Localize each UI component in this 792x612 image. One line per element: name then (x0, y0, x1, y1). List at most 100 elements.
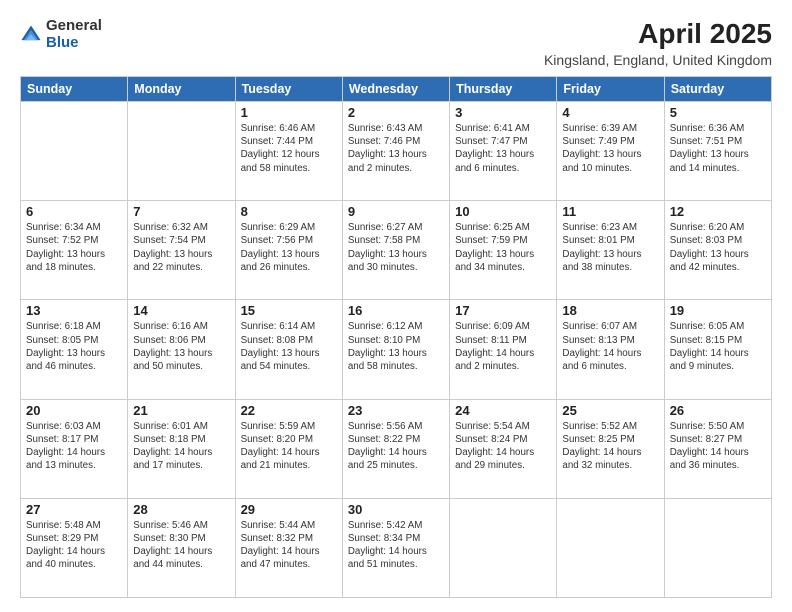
calendar-cell (21, 102, 128, 201)
calendar-header-wednesday: Wednesday (342, 77, 449, 102)
calendar-header-row: SundayMondayTuesdayWednesdayThursdayFrid… (21, 77, 772, 102)
cell-day-number: 24 (455, 403, 551, 418)
calendar-cell (664, 498, 771, 597)
calendar-cell: 24 Sunrise: 5:54 AM Sunset: 8:24 PM Dayli… (450, 399, 557, 498)
calendar-header-sunday: Sunday (21, 77, 128, 102)
logo-icon (20, 24, 42, 46)
cell-info: Sunrise: 6:39 AM Sunset: 7:49 PM Dayligh… (562, 122, 658, 175)
title-block: April 2025 Kingsland, England, United Ki… (544, 18, 772, 68)
calendar-cell: 28Sunrise: 5:46 AM Sunset: 8:30 PM Dayli… (128, 498, 235, 597)
cell-day-number: 16 (348, 303, 444, 318)
cell-info: Sunrise: 6:23 AM Sunset: 8:01 PM Dayligh… (562, 221, 658, 274)
calendar-week-3: 13Sunrise: 6:18 AM Sunset: 8:05 PM Dayli… (21, 300, 772, 399)
calendar-cell: 25 Sunrise: 5:52 AM Sunset: 8:25 PM Dayli… (557, 399, 664, 498)
page: General Blue April 2025 Kingsland, Engla… (0, 0, 792, 612)
calendar-cell: 2 Sunrise: 6:43 AM Sunset: 7:46 PM Daylig… (342, 102, 449, 201)
calendar-cell: 23 Sunrise: 5:56 AM Sunset: 8:22 PM Dayli… (342, 399, 449, 498)
cell-day-number: 26 (670, 403, 766, 418)
cell-day-number: 19 (670, 303, 766, 318)
cell-info: Sunrise: 6:34 AM Sunset: 7:52 PM Dayligh… (26, 221, 122, 274)
cell-info: Sunrise: 5:59 AM Sunset: 8:20 PM Dayligh… (241, 420, 337, 473)
calendar-cell: 27 Sunrise: 5:48 AM Sunset: 8:29 PM Dayli… (21, 498, 128, 597)
cell-info: Sunrise: 6:16 AM Sunset: 8:06 PM Dayligh… (133, 320, 229, 373)
cell-info: Sunrise: 6:09 AM Sunset: 8:11 PM Dayligh… (455, 320, 551, 373)
cell-day-number: 27 (26, 502, 122, 517)
cell-info: Sunrise: 6:25 AM Sunset: 7:59 PM Dayligh… (455, 221, 551, 274)
calendar-cell: 30Sunrise: 5:42 AM Sunset: 8:34 PM Dayli… (342, 498, 449, 597)
cell-info: Sunrise: 5:48 AM Sunset: 8:29 PM Dayligh… (26, 519, 122, 572)
cell-info: Sunrise: 6:14 AM Sunset: 8:08 PM Dayligh… (241, 320, 337, 373)
calendar-cell: 8 Sunrise: 6:29 AM Sunset: 7:56 PM Daylig… (235, 201, 342, 300)
calendar-cell: 26 Sunrise: 5:50 AM Sunset: 8:27 PM Dayli… (664, 399, 771, 498)
cell-info: Sunrise: 5:42 AM Sunset: 8:34 PM Dayligh… (348, 519, 444, 572)
calendar-cell: 10 Sunrise: 6:25 AM Sunset: 7:59 PM Dayli… (450, 201, 557, 300)
cell-day-number: 4 (562, 105, 658, 120)
cell-day-number: 23 (348, 403, 444, 418)
calendar-week-4: 20Sunrise: 6:03 AM Sunset: 8:17 PM Dayli… (21, 399, 772, 498)
cell-info: Sunrise: 6:46 AM Sunset: 7:44 PM Dayligh… (241, 122, 337, 175)
cell-info: Sunrise: 6:07 AM Sunset: 8:13 PM Dayligh… (562, 320, 658, 373)
logo: General Blue (20, 18, 102, 51)
calendar-cell: 18 Sunrise: 6:07 AM Sunset: 8:13 PM Dayli… (557, 300, 664, 399)
calendar-cell: 21 Sunrise: 6:01 AM Sunset: 8:18 PM Dayli… (128, 399, 235, 498)
cell-info: Sunrise: 6:29 AM Sunset: 7:56 PM Dayligh… (241, 221, 337, 274)
cell-info: Sunrise: 6:01 AM Sunset: 8:18 PM Dayligh… (133, 420, 229, 473)
cell-day-number: 7 (133, 204, 229, 219)
main-title: April 2025 (544, 18, 772, 50)
cell-day-number: 5 (670, 105, 766, 120)
cell-day-number: 9 (348, 204, 444, 219)
calendar-cell (450, 498, 557, 597)
calendar-cell: 20Sunrise: 6:03 AM Sunset: 8:17 PM Dayli… (21, 399, 128, 498)
cell-info: Sunrise: 5:44 AM Sunset: 8:32 PM Dayligh… (241, 519, 337, 572)
logo-text: General Blue (46, 18, 102, 51)
cell-day-number: 12 (670, 204, 766, 219)
cell-day-number: 29 (241, 502, 337, 517)
calendar-cell: 11 Sunrise: 6:23 AM Sunset: 8:01 PM Dayli… (557, 201, 664, 300)
cell-day-number: 2 (348, 105, 444, 120)
cell-info: Sunrise: 6:36 AM Sunset: 7:51 PM Dayligh… (670, 122, 766, 175)
cell-info: Sunrise: 5:52 AM Sunset: 8:25 PM Dayligh… (562, 420, 658, 473)
cell-day-number: 1 (241, 105, 337, 120)
cell-day-number: 18 (562, 303, 658, 318)
cell-day-number: 22 (241, 403, 337, 418)
calendar-header-friday: Friday (557, 77, 664, 102)
cell-day-number: 8 (241, 204, 337, 219)
calendar-cell: 9Sunrise: 6:27 AM Sunset: 7:58 PM Daylig… (342, 201, 449, 300)
cell-info: Sunrise: 5:56 AM Sunset: 8:22 PM Dayligh… (348, 420, 444, 473)
calendar-header-tuesday: Tuesday (235, 77, 342, 102)
cell-day-number: 15 (241, 303, 337, 318)
cell-day-number: 21 (133, 403, 229, 418)
cell-info: Sunrise: 5:54 AM Sunset: 8:24 PM Dayligh… (455, 420, 551, 473)
calendar-cell: 16 Sunrise: 6:12 AM Sunset: 8:10 PM Dayli… (342, 300, 449, 399)
calendar-week-5: 27 Sunrise: 5:48 AM Sunset: 8:29 PM Dayli… (21, 498, 772, 597)
cell-info: Sunrise: 5:46 AM Sunset: 8:30 PM Dayligh… (133, 519, 229, 572)
header: General Blue April 2025 Kingsland, Engla… (20, 18, 772, 68)
cell-day-number: 10 (455, 204, 551, 219)
calendar-week-2: 6 Sunrise: 6:34 AM Sunset: 7:52 PM Daylig… (21, 201, 772, 300)
cell-info: Sunrise: 5:50 AM Sunset: 8:27 PM Dayligh… (670, 420, 766, 473)
calendar-cell: 5 Sunrise: 6:36 AM Sunset: 7:51 PM Daylig… (664, 102, 771, 201)
cell-day-number: 20 (26, 403, 122, 418)
calendar-cell: 15 Sunrise: 6:14 AM Sunset: 8:08 PM Dayli… (235, 300, 342, 399)
calendar-cell: 17 Sunrise: 6:09 AM Sunset: 8:11 PM Dayli… (450, 300, 557, 399)
cell-info: Sunrise: 6:43 AM Sunset: 7:46 PM Dayligh… (348, 122, 444, 175)
cell-info: Sunrise: 6:20 AM Sunset: 8:03 PM Dayligh… (670, 221, 766, 274)
subtitle: Kingsland, England, United Kingdom (544, 52, 772, 68)
cell-info: Sunrise: 6:32 AM Sunset: 7:54 PM Dayligh… (133, 221, 229, 274)
calendar-cell: 6 Sunrise: 6:34 AM Sunset: 7:52 PM Daylig… (21, 201, 128, 300)
calendar-header-saturday: Saturday (664, 77, 771, 102)
calendar-cell: 1 Sunrise: 6:46 AM Sunset: 7:44 PM Daylig… (235, 102, 342, 201)
calendar-cell: 13Sunrise: 6:18 AM Sunset: 8:05 PM Dayli… (21, 300, 128, 399)
cell-day-number: 11 (562, 204, 658, 219)
calendar-week-1: 1 Sunrise: 6:46 AM Sunset: 7:44 PM Daylig… (21, 102, 772, 201)
cell-day-number: 6 (26, 204, 122, 219)
calendar-cell: 12 Sunrise: 6:20 AM Sunset: 8:03 PM Dayli… (664, 201, 771, 300)
calendar-cell: 19Sunrise: 6:05 AM Sunset: 8:15 PM Dayli… (664, 300, 771, 399)
calendar-cell: 22 Sunrise: 5:59 AM Sunset: 8:20 PM Dayli… (235, 399, 342, 498)
cell-day-number: 25 (562, 403, 658, 418)
cell-day-number: 13 (26, 303, 122, 318)
cell-day-number: 14 (133, 303, 229, 318)
cell-info: Sunrise: 6:12 AM Sunset: 8:10 PM Dayligh… (348, 320, 444, 373)
cell-day-number: 17 (455, 303, 551, 318)
calendar-cell: 14 Sunrise: 6:16 AM Sunset: 8:06 PM Dayli… (128, 300, 235, 399)
